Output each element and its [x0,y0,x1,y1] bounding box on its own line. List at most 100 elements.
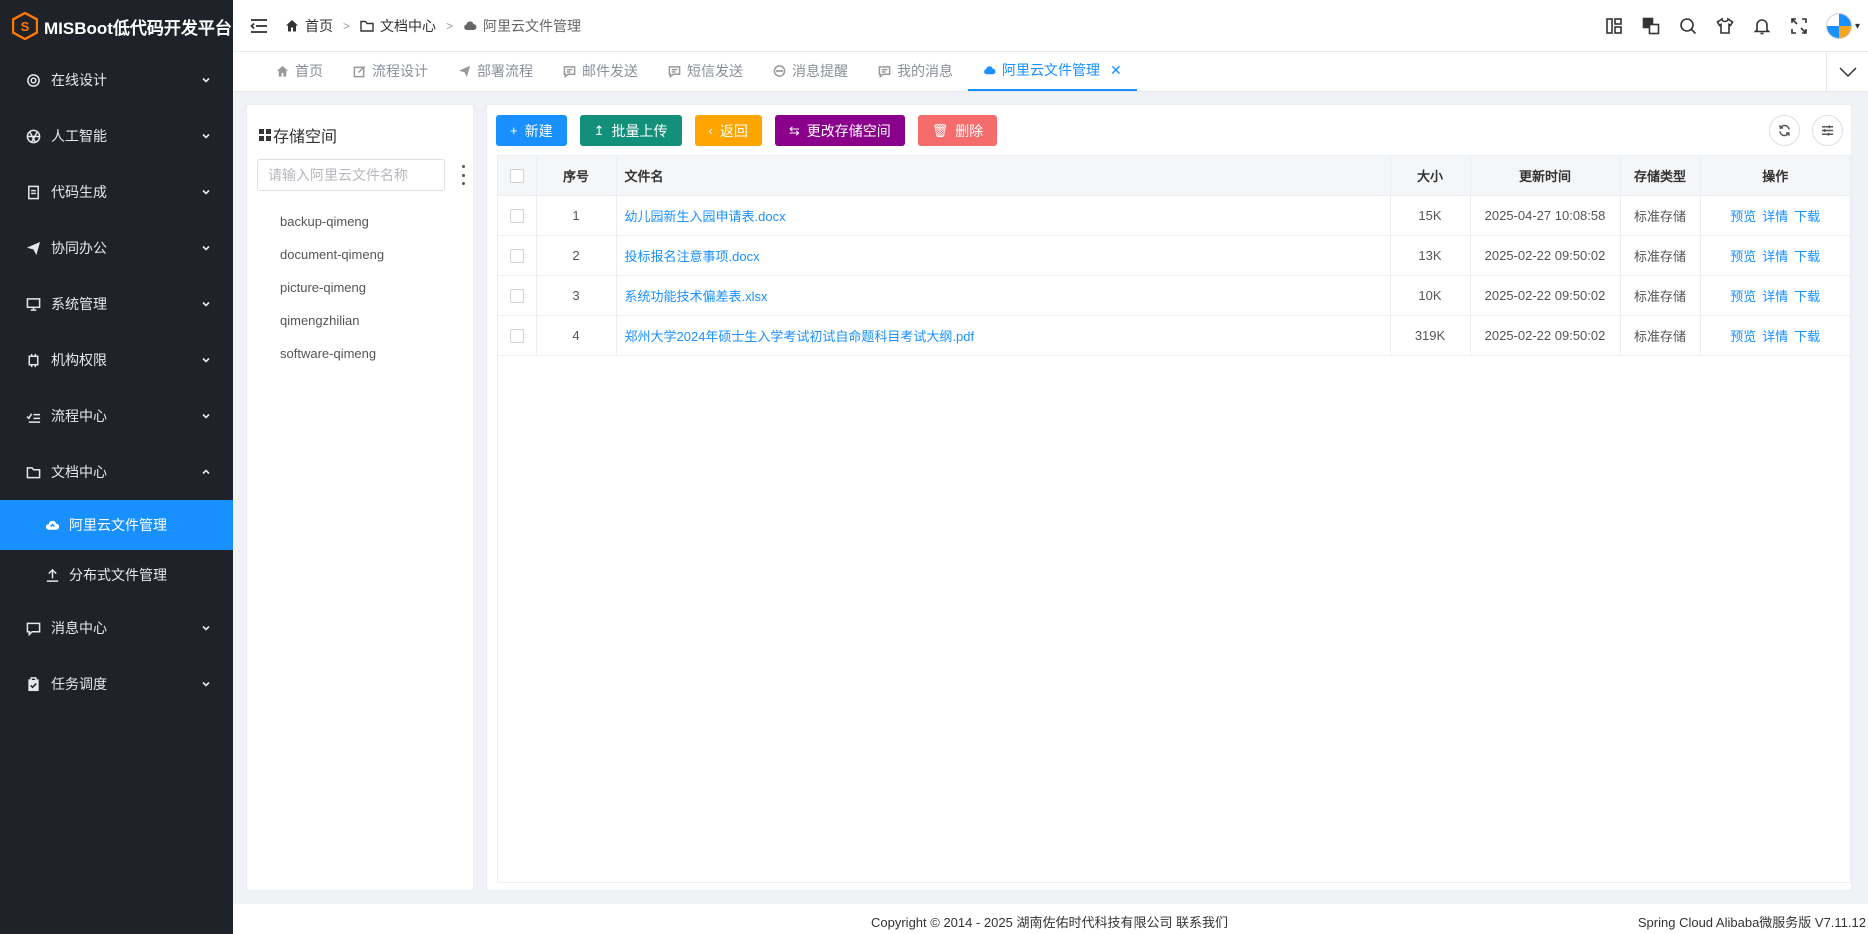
storage-search-input[interactable] [257,159,445,191]
row-checkbox[interactable] [509,328,524,343]
cell-filename: 幼儿园新生入园申请表.docx [616,195,1391,236]
preview-link[interactable]: 预览 [1730,209,1756,224]
sidebar-item-system[interactable]: 系统管理 [0,276,233,332]
chevron-down-icon[interactable]: ▾ [1855,21,1860,32]
sidebar-item-label: 文档中心 [51,464,107,480]
monitor-icon [25,296,41,312]
row-check-cell [498,275,537,316]
home-icon [276,65,289,77]
tab-aliyun-files[interactable]: 阿里云文件管理 ✕ [968,51,1137,91]
tab-email-send[interactable]: 邮件发送 [548,51,653,91]
brand-title: MISBoot低代码开发平台 [44,18,232,38]
row-checkbox[interactable] [509,208,524,223]
back-button[interactable]: ‹ 返回 [694,115,762,146]
header-actions: 操作 [1700,156,1850,196]
sidebar-item-docs[interactable]: 文档中心 [0,444,233,500]
close-icon[interactable]: ✕ [1110,62,1122,79]
preview-link[interactable]: 预览 [1730,329,1756,344]
brand[interactable]: S MISBoot低代码开发平台 [0,0,233,52]
detail-link[interactable]: 详情 [1762,249,1788,264]
chevron-down-icon [202,413,210,419]
tab-workflow-design[interactable]: 流程设计 [338,51,443,91]
sidebar-item-label: 消息中心 [51,620,107,636]
download-link[interactable]: 下载 [1794,289,1820,304]
sidebar-subitem-distributed-files[interactable]: 分布式文件管理 [0,550,233,600]
download-link[interactable]: 下载 [1794,329,1820,344]
preview-link[interactable]: 预览 [1730,289,1756,304]
tabs-more-dropdown[interactable] [1826,52,1868,92]
tab-my-messages[interactable]: 我的消息 [863,51,968,91]
header-update-time: 更新时间 [1470,156,1621,196]
detail-link[interactable]: 详情 [1762,209,1788,224]
header-storage-type: 存储类型 [1620,156,1701,196]
bell-icon[interactable] [1744,17,1781,35]
sidebar-subitem-label: 分布式文件管理 [69,567,167,583]
row-checkbox[interactable] [509,288,524,303]
bucket-item[interactable]: picture-qimeng [280,271,384,304]
file-link[interactable]: 投标报名注意事项.docx [625,249,760,264]
refresh-icon[interactable] [1769,115,1800,146]
file-table: 序号 文件名 大小 更新时间 存储类型 操作 1 幼儿园新生入园申请表.docx… [497,155,1851,883]
theme-shirt-icon[interactable] [1707,17,1744,35]
batch-upload-button[interactable]: ↥ 批量上传 [579,115,682,146]
cell-time: 2025-02-22 09:50:02 [1470,315,1621,356]
sidebar-item-label: 在线设计 [51,72,107,88]
sidebar-item-messages[interactable]: 消息中心 [0,600,233,656]
preview-link[interactable]: 预览 [1730,249,1756,264]
row-checkbox[interactable] [509,248,524,263]
file-link[interactable]: 系统功能技术偏差表.xlsx [625,289,768,304]
detail-link[interactable]: 详情 [1762,329,1788,344]
file-link[interactable]: 幼儿园新生入园申请表.docx [625,209,786,224]
new-button[interactable]: + 新建 [496,115,567,146]
user-avatar[interactable] [1825,13,1852,39]
tab-sms-send[interactable]: 短信发送 [653,51,758,91]
detail-link[interactable]: 详情 [1762,289,1788,304]
menu-toggle-icon[interactable] [233,18,285,34]
checklist-icon [25,408,41,424]
change-storage-button[interactable]: ⇆ 更改存储空间 [774,115,905,146]
button-label: 删除 [955,122,984,139]
layout-icon[interactable] [1596,17,1633,35]
table-row: 1 幼儿园新生入园申请表.docx 15K 2025-04-27 10:08:5… [498,195,1850,236]
translate-icon[interactable] [1633,17,1670,35]
button-label: 更改存储空间 [806,122,891,139]
select-all-checkbox[interactable] [509,169,524,184]
sidebar-item-org-permission[interactable]: 机构权限 [0,332,233,388]
sidebar-item-online-design[interactable]: 在线设计 [0,52,233,108]
tab-label: 邮件发送 [582,63,638,79]
bucket-item[interactable]: document-qimeng [280,238,384,271]
sidebar-item-code-gen[interactable]: 代码生成 [0,164,233,220]
button-label: 返回 [719,122,748,139]
more-options-icon[interactable] [459,165,467,185]
tab-message-reminder[interactable]: 消息提醒 [758,51,863,91]
search-icon[interactable] [1670,17,1707,35]
logo-icon: S [12,12,38,40]
footer-version: Spring Cloud Alibaba微服务版 V7.11.12 [1637,915,1866,930]
message-icon [563,65,576,78]
breadcrumb-label: 首页 [305,17,333,34]
fullscreen-icon[interactable] [1781,17,1818,35]
sidebar-item-ai[interactable]: 人工智能 [0,108,233,164]
tab-home[interactable]: 首页 [261,51,338,91]
column-settings-icon[interactable] [1812,115,1843,146]
sidebar-item-collab[interactable]: 协同办公 [0,220,233,276]
message-icon [668,65,681,78]
file-link[interactable]: 郑州大学2024年硕士生入学考试初试自命题科目考试大纲.pdf [625,329,975,344]
download-link[interactable]: 下载 [1794,249,1820,264]
footer-copyright[interactable]: Copyright © 2014 - 2025 湖南佐佑时代科技有限公司 联系我… [871,912,1228,931]
chevron-up-icon [202,469,210,475]
breadcrumb-home[interactable]: 首页 [285,16,333,36]
sidebar-subitem-aliyun-files[interactable]: 阿里云文件管理 [0,500,233,550]
sidebar-item-workflow[interactable]: 流程中心 [0,388,233,444]
bucket-item[interactable]: backup-qimeng [280,205,384,238]
bucket-item[interactable]: qimengzhilian [280,304,384,337]
delete-button[interactable]: 🗑 删除 [917,115,998,146]
breadcrumb-docs[interactable]: 文档中心 [360,16,436,36]
download-link[interactable]: 下载 [1794,209,1820,224]
cell-time: 2025-02-22 09:50:02 [1470,275,1621,316]
tab-deploy-workflow[interactable]: 部署流程 [443,51,548,91]
sidebar-item-task-scheduling[interactable]: 任务调度 [0,656,233,712]
sidebar-subitem-label: 阿里云文件管理 [69,517,167,533]
bucket-item[interactable]: software-qimeng [280,337,384,370]
table-row: 4 郑州大学2024年硕士生入学考试初试自命题科目考试大纲.pdf 319K 2… [498,315,1850,356]
